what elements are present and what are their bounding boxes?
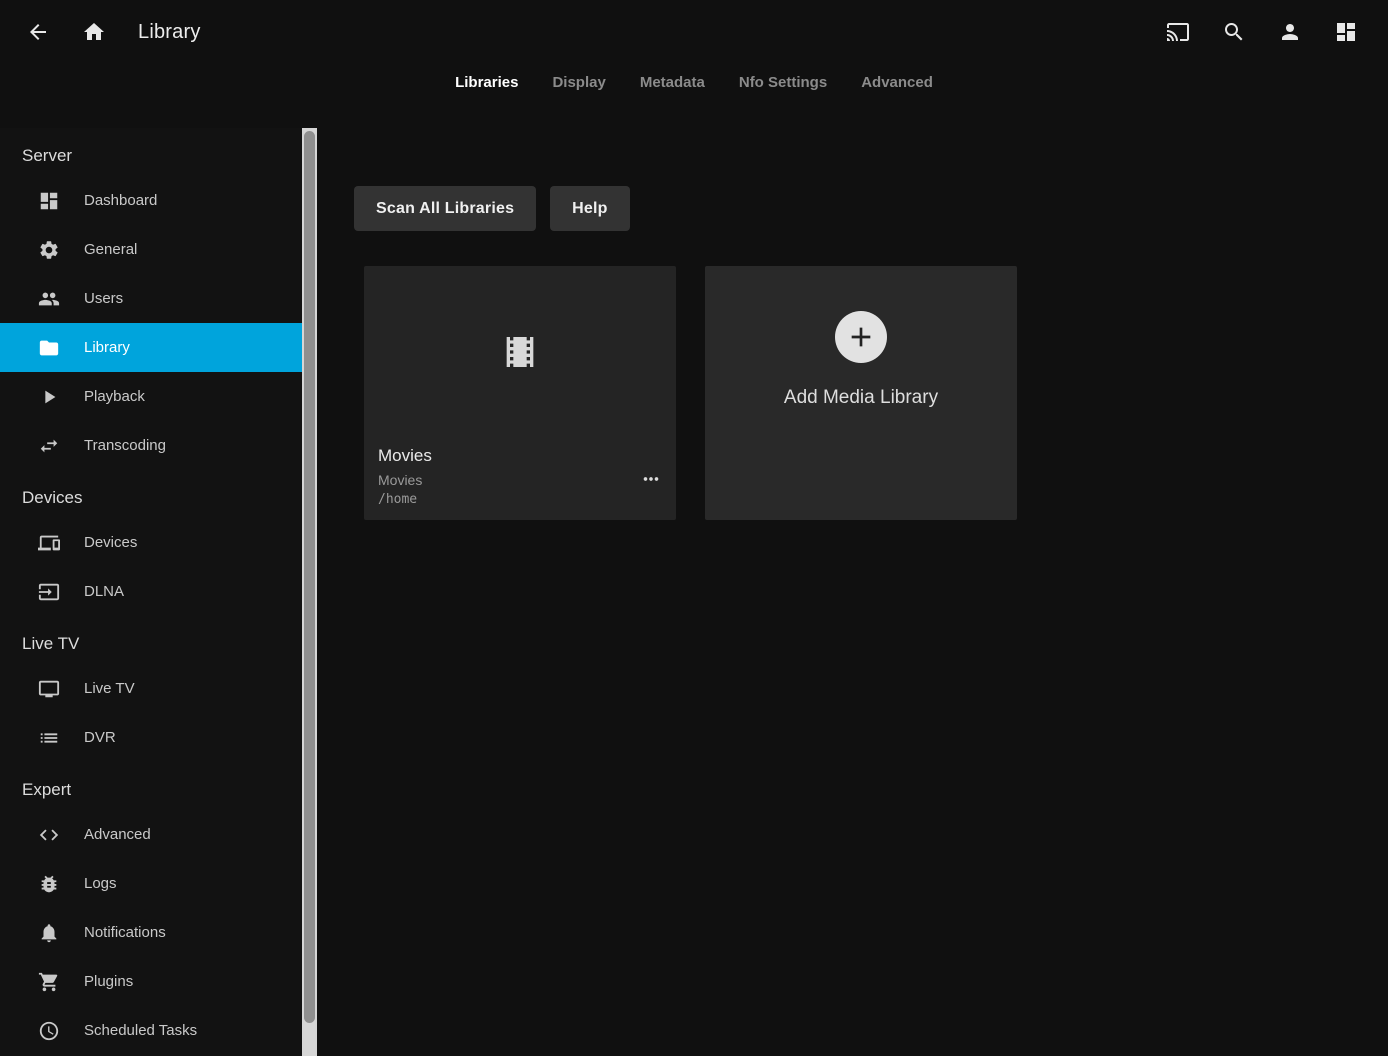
sidebar-item-label: Playback (84, 388, 145, 405)
sidebar-item-label: Plugins (84, 973, 133, 990)
plus-icon (845, 321, 877, 353)
home-button[interactable] (74, 12, 114, 52)
library-menu-button[interactable] (636, 464, 666, 494)
clock-icon (38, 1020, 60, 1042)
sidebar-item-dlna[interactable]: DLNA (0, 567, 302, 616)
sidebar-item-notifications[interactable]: Notifications (0, 908, 302, 957)
library-card-image (364, 266, 676, 438)
sidebar-section-live-tv: Live TV (0, 616, 302, 664)
sidebar-scrollbar-thumb[interactable] (304, 131, 315, 1023)
library-content-type: Movies (378, 470, 662, 490)
admin-sidebar: Server Dashboard General Users Library P… (0, 128, 302, 1056)
sidebar-item-users[interactable]: Users (0, 274, 302, 323)
sidebar-section-expert: Expert (0, 762, 302, 810)
sidebar-item-label: Scheduled Tasks (84, 1022, 197, 1039)
swap-arrows-icon (38, 435, 60, 457)
sidebar-item-label: Transcoding (84, 437, 166, 454)
sidebar-item-label: Dashboard (84, 192, 157, 209)
sidebar-item-library[interactable]: Library (0, 323, 302, 372)
more-horiz-icon (640, 468, 662, 490)
home-icon (82, 20, 106, 44)
sidebar-item-playback[interactable]: Playback (0, 372, 302, 421)
sidebar-item-label: Library (84, 339, 130, 356)
add-media-library-card[interactable]: Add Media Library (705, 266, 1017, 520)
sidebar-item-scheduled-tasks[interactable]: Scheduled Tasks (0, 1006, 302, 1055)
people-icon (38, 288, 60, 310)
back-button[interactable] (18, 12, 58, 52)
sidebar-item-logs[interactable]: Logs (0, 859, 302, 908)
sidebar-item-dvr[interactable]: DVR (0, 713, 302, 762)
sidebar-item-advanced[interactable]: Advanced (0, 810, 302, 859)
cart-icon (38, 971, 60, 993)
sidebar-scrollbar-track[interactable] (302, 128, 317, 1056)
devices-icon (38, 532, 60, 554)
sidebar-item-dashboard[interactable]: Dashboard (0, 176, 302, 225)
help-button[interactable]: Help (550, 186, 629, 231)
sidebar-item-label: Users (84, 290, 123, 307)
library-path: /home (378, 490, 662, 510)
sidebar-item-transcoding[interactable]: Transcoding (0, 421, 302, 470)
sidebar-item-label: General (84, 241, 137, 258)
sidebar-item-label: Advanced (84, 826, 151, 843)
bug-icon (38, 873, 60, 895)
code-icon (38, 824, 60, 846)
sidebar-item-label: Notifications (84, 924, 166, 941)
page-title: Library (138, 21, 201, 44)
dashboard-icon (38, 190, 60, 212)
arrow-back-icon (26, 20, 50, 44)
scan-all-libraries-button[interactable]: Scan All Libraries (354, 186, 536, 231)
library-card-footer: Movies Movies /home (364, 438, 676, 520)
sidebar-item-label: DVR (84, 729, 116, 746)
sidebar-item-general[interactable]: General (0, 225, 302, 274)
gear-icon (38, 239, 60, 261)
bell-icon (38, 922, 60, 944)
sidebar-item-live-tv[interactable]: Live TV (0, 664, 302, 713)
sidebar-item-label: Logs (84, 875, 117, 892)
library-settings-page: Scan All Libraries Help Movies Movies /h… (317, 0, 1388, 1056)
library-card-movies[interactable]: Movies Movies /home (364, 266, 676, 520)
sidebar-item-plugins[interactable]: Plugins (0, 957, 302, 1006)
sidebar-item-label: Live TV (84, 680, 135, 697)
list-icon (38, 727, 60, 749)
sidebar-section-server: Server (0, 128, 302, 176)
film-icon (500, 332, 540, 372)
sidebar-item-devices[interactable]: Devices (0, 518, 302, 567)
tv-icon (38, 678, 60, 700)
input-icon (38, 581, 60, 603)
sidebar-item-label: Devices (84, 534, 137, 551)
sidebar-section-devices: Devices (0, 470, 302, 518)
add-media-library-label: Add Media Library (784, 387, 938, 409)
play-icon (38, 386, 60, 408)
folder-icon (38, 337, 60, 359)
add-circle (835, 311, 887, 363)
sidebar-item-label: DLNA (84, 583, 124, 600)
library-name: Movies (378, 446, 662, 466)
